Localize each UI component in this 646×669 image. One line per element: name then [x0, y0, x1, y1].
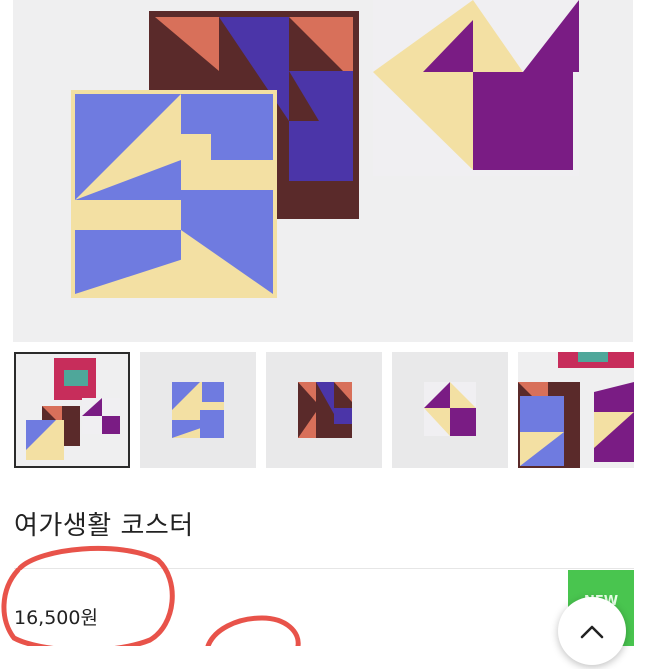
thumbnail-purple-coaster[interactable]: [392, 352, 508, 468]
scroll-top-button[interactable]: [558, 597, 626, 665]
annotation-scribble: [205, 615, 301, 646]
coaster-blue: [71, 90, 277, 298]
coaster-purple: [373, 0, 579, 176]
thumbnail-brown-coaster[interactable]: [266, 352, 382, 468]
annotation-circle-price: [1, 545, 175, 646]
chevron-up-icon: [580, 625, 604, 639]
thumbnail-set-overview[interactable]: [14, 352, 130, 468]
divider: [14, 568, 634, 569]
thumbnail-scattered-coasters[interactable]: [518, 352, 634, 468]
product-title: 여가생활 코스터: [14, 511, 194, 541]
thumbnail-strip: [14, 352, 634, 468]
product-price: 16,500원: [14, 607, 98, 629]
thumbnail-blue-coaster[interactable]: [140, 352, 256, 468]
main-product-image[interactable]: [13, 0, 633, 342]
